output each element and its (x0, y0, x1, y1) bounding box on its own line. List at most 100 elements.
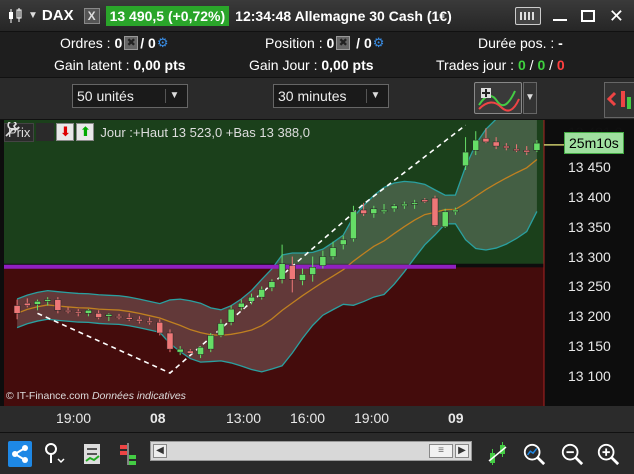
candle-body (95, 313, 102, 318)
minimize-button[interactable] (552, 19, 567, 21)
candle-body (523, 150, 531, 153)
gear-icon[interactable]: ⚙ (157, 35, 169, 51)
chevron-down-icon: ▼ (366, 89, 384, 103)
candle-body (380, 209, 388, 213)
auto-zoom-icon[interactable] (522, 441, 546, 467)
cancel-orders-icon[interactable]: ✖ (124, 36, 139, 50)
gain-jour-row: Gain Jour : 0,00 pts (249, 57, 374, 73)
chart-canvas[interactable] (0, 120, 634, 406)
trades-sep: / (549, 57, 554, 73)
y-tick-label: 13 200 (568, 308, 611, 325)
position-count-a: 0 (326, 35, 335, 51)
candle-body (85, 310, 92, 314)
window-title: 12:34:48 Allemagne 30 Cash (1€) (235, 7, 452, 24)
candle-body (217, 323, 225, 336)
candle-body (13, 305, 21, 314)
trades-count-a: 0 (517, 57, 526, 73)
candle-body (462, 151, 469, 167)
candle-body (339, 239, 347, 245)
trades-count-b: 0 (537, 57, 546, 73)
candle-body (64, 310, 72, 313)
order-book-icon[interactable] (116, 441, 140, 467)
y-tick-label: 13 250 (568, 278, 611, 295)
symbol-dropdown[interactable]: ▼ DAX (28, 7, 84, 24)
candle-body (278, 263, 286, 280)
x-tick-label: 09 (448, 410, 464, 426)
price-chart[interactable]: Prix ⬇ ⬆ Jour :+Haut 13 523,0 +Bas 13 38… (0, 120, 634, 406)
chart-header: Prix ⬇ ⬆ Jour :+Haut 13 523,0 +Bas 13 38… (4, 122, 310, 142)
candle-body (299, 274, 306, 281)
candle-body (431, 197, 439, 226)
close-position-icon[interactable]: ✖ (336, 36, 351, 50)
y-tick-label: 13 150 (568, 338, 611, 355)
candle-body (441, 211, 449, 227)
zoom-in-icon[interactable] (596, 441, 620, 467)
timeframe-value: 30 minutes (278, 88, 347, 104)
candlestick-icon[interactable] (4, 5, 26, 27)
scroll-left-icon[interactable]: ◀ (153, 444, 167, 458)
y-tick-label: 13 450 (568, 159, 611, 175)
candle-body (513, 148, 520, 151)
chevron-down-icon: ▼ (165, 89, 183, 103)
position-label: Position : (265, 35, 323, 51)
trades-row: Trades jour : 0 / 0 / 0 (436, 57, 565, 73)
candle-style-icon[interactable] (486, 441, 510, 467)
candle-body (309, 267, 316, 275)
candle-body (350, 211, 357, 239)
orders-label: Ordres : (60, 35, 111, 51)
candle-body (44, 299, 51, 302)
candle-body (197, 347, 204, 355)
candle-body (156, 322, 164, 334)
symbol-label: DAX (41, 7, 74, 24)
units-select[interactable]: 50 unités ▼ (72, 84, 188, 108)
trades-sep: / (529, 57, 534, 73)
candle-body (288, 265, 296, 280)
share-icon[interactable] (8, 441, 32, 467)
gain-latent-value: 0,00 pts (133, 57, 186, 73)
candle-body (492, 141, 500, 147)
sell-arrow-icon[interactable]: ⬇ (56, 123, 75, 141)
credit-note: Données indicatives (91, 390, 186, 402)
candle-body (74, 311, 82, 314)
candle-body (258, 289, 266, 298)
candle-body (360, 209, 367, 214)
scroll-right-icon[interactable]: ▶ (455, 444, 469, 458)
candle-body (115, 316, 123, 319)
side-panel-toggle[interactable] (604, 82, 634, 118)
close-symbol-box[interactable]: X (83, 7, 100, 24)
timeframe-select[interactable]: 30 minutes ▼ (273, 84, 389, 108)
countdown-tag: 25m10s (564, 132, 624, 154)
orders-count-b: / 0 (140, 35, 156, 51)
candle-body (227, 308, 235, 323)
orders-row: Ordres : 0 ✖ / 0 ⚙ (60, 35, 169, 51)
position-count-b: / 0 (356, 35, 372, 51)
keyboard-icon[interactable] (514, 7, 541, 25)
candle-body (105, 314, 113, 317)
candle-body (54, 299, 62, 311)
units-value: 50 unités (77, 88, 134, 104)
scroll-thumb[interactable]: ≡ (429, 444, 453, 458)
add-indicator-icon[interactable] (474, 82, 522, 114)
trades-count-c: 0 (556, 57, 565, 73)
candle-body (146, 320, 153, 323)
buy-arrow-icon[interactable]: ⬆ (76, 123, 95, 141)
candle-body (23, 302, 31, 306)
candle-body (503, 145, 510, 149)
title-bar: ▼ DAX X 13 490,5 (+0,72%) 12:34:48 Allem… (0, 0, 634, 32)
candle-body (207, 335, 215, 350)
candle-body (401, 203, 408, 207)
maximize-button[interactable] (580, 10, 595, 22)
wrench-icon[interactable] (5, 122, 55, 141)
chevron-down-icon: ▼ (28, 10, 38, 21)
zoom-out-icon[interactable] (560, 441, 584, 467)
close-button[interactable]: ✕ (609, 6, 624, 27)
x-tick-label: 19:00 (354, 410, 390, 426)
indicator-list-icon[interactable] (80, 441, 104, 467)
drawing-tool-icon[interactable] (42, 441, 66, 467)
candle-body (370, 208, 378, 214)
chart-scrollbar[interactable]: ◀ ≡ ▶ (150, 441, 472, 461)
gain-jour-label: Gain Jour : (249, 57, 318, 73)
gear-icon[interactable]: ⚙ (373, 35, 385, 51)
indicator-dropdown[interactable]: ▼ (523, 82, 537, 114)
candle-body (136, 319, 143, 322)
